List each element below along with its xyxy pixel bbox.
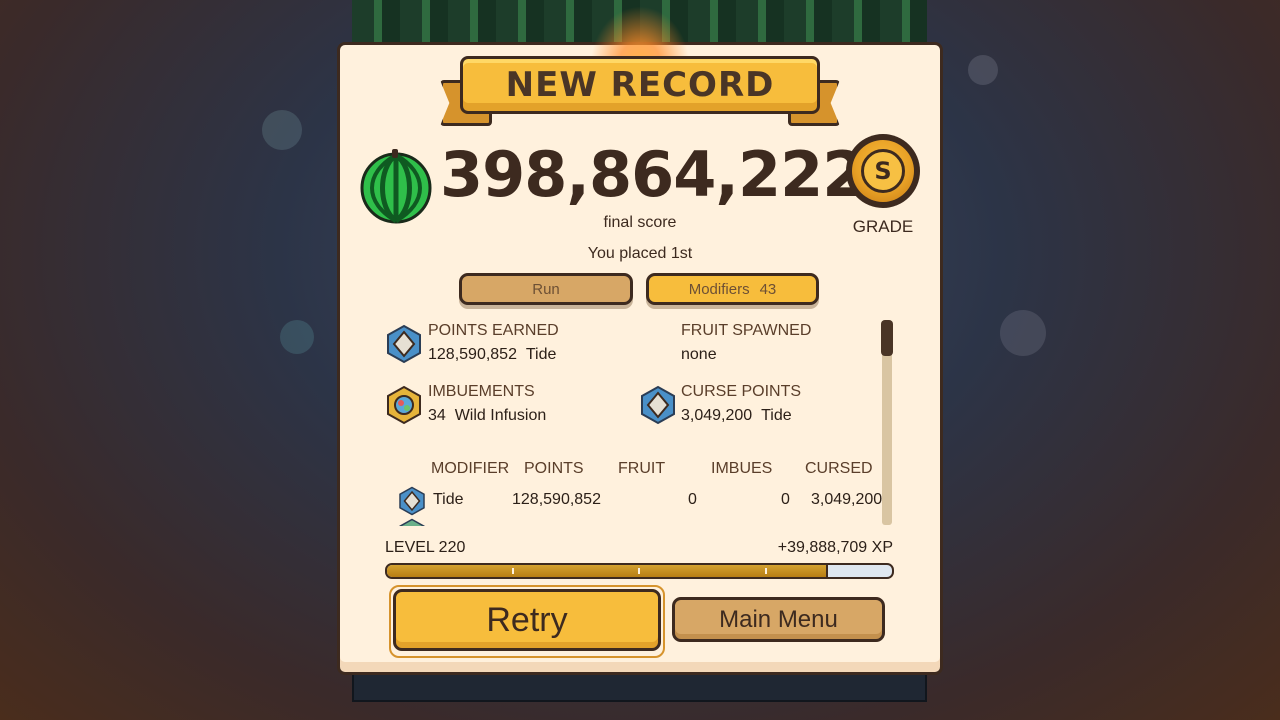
grade-badge: S: [846, 134, 920, 208]
tab-modifiers-label: Modifiers: [688, 280, 750, 298]
tab-run[interactable]: Run: [459, 273, 633, 305]
xp-bar-tick: [765, 568, 767, 574]
xp-bar-tick: [638, 568, 640, 574]
row-imbues: 0: [781, 491, 790, 508]
stat-imbuements-detail: Wild Infusion: [454, 407, 547, 424]
stat-points-earned-title: POINTS EARNED: [428, 322, 559, 339]
wild-infusion-icon: [387, 385, 421, 425]
row-points: 128,590,852: [512, 491, 601, 508]
column-header-points: POINTS: [524, 460, 584, 477]
xp-gained: +39,888,709 XP: [777, 539, 893, 556]
modifier-stats-scroll-area[interactable]: POINTS EARNED 128,590,852 Tide FRUIT SPA…: [380, 318, 892, 526]
stat-curse-points-title: CURSE POINTS: [681, 383, 802, 400]
tide-diamond-icon: [399, 486, 425, 516]
tide-diamond-icon: [641, 385, 675, 425]
main-menu-button[interactable]: Main Menu: [672, 597, 885, 642]
stats-scrollbar-thumb[interactable]: [881, 320, 893, 356]
stat-fruit-spawned-value: none: [681, 346, 717, 363]
stat-curse-points: CURSE POINTS 3,049,200 Tide: [681, 383, 801, 425]
stat-imbuements-title: IMBUEMENTS: [428, 383, 535, 400]
background-bottom-strip: [352, 672, 927, 702]
watermelon-icon: [360, 149, 432, 224]
stat-imbuements: IMBUEMENTS 34 Wild Infusion: [428, 383, 546, 425]
tab-modifiers-count: 43: [759, 280, 777, 298]
stat-fruit-spawned-title: FRUIT SPAWNED: [681, 322, 812, 339]
grade-medal-icon: S: [852, 140, 914, 202]
stat-imbuements-value: 34: [428, 407, 446, 424]
stat-points-earned-value: 128,590,852: [428, 346, 517, 363]
row-cursed: 3,049,200: [811, 491, 883, 508]
banner-title: NEW RECORD: [505, 65, 775, 105]
tab-run-label: Run: [532, 280, 560, 298]
row-fruit: 0: [688, 491, 697, 508]
row-modifier: Tide: [433, 491, 464, 508]
xp-progress-fill: [387, 565, 829, 577]
tide-diamond-icon: [387, 324, 421, 364]
stat-points-earned-detail: Tide: [525, 346, 557, 363]
retry-button[interactable]: Retry: [393, 589, 661, 651]
stat-curse-points-detail: Tide: [761, 407, 792, 424]
placement-text: You placed 1st: [587, 245, 693, 262]
grade-label: GRADE: [852, 217, 914, 236]
background-bokeh: [968, 55, 998, 85]
modifier-hex-icon: [399, 518, 425, 526]
tab-modifiers[interactable]: Modifiers 43: [646, 273, 819, 305]
final-score-label: final score: [603, 214, 677, 231]
column-header-imbues: IMBUES: [711, 460, 773, 477]
table-row-partial: [398, 518, 426, 526]
stat-fruit-spawned: FRUIT SPAWNED none: [681, 322, 811, 364]
grade-letter: S: [861, 149, 905, 193]
stat-curse-points-value: 3,049,200: [681, 407, 753, 424]
new-record-banner: NEW RECORD: [460, 56, 820, 114]
xp-bar-tick: [512, 568, 514, 574]
column-header-fruit: FRUIT: [618, 460, 666, 477]
column-header-modifier: MODIFIER: [431, 460, 510, 477]
background-bokeh: [1000, 310, 1046, 356]
stat-points-earned: POINTS EARNED 128,590,852 Tide: [428, 322, 559, 364]
final-score: 398,864,222: [440, 138, 865, 211]
background-bokeh: [262, 110, 302, 150]
background-bokeh: [280, 320, 314, 354]
level-label: LEVEL 220: [385, 539, 466, 556]
column-header-cursed: CURSED: [805, 460, 873, 477]
